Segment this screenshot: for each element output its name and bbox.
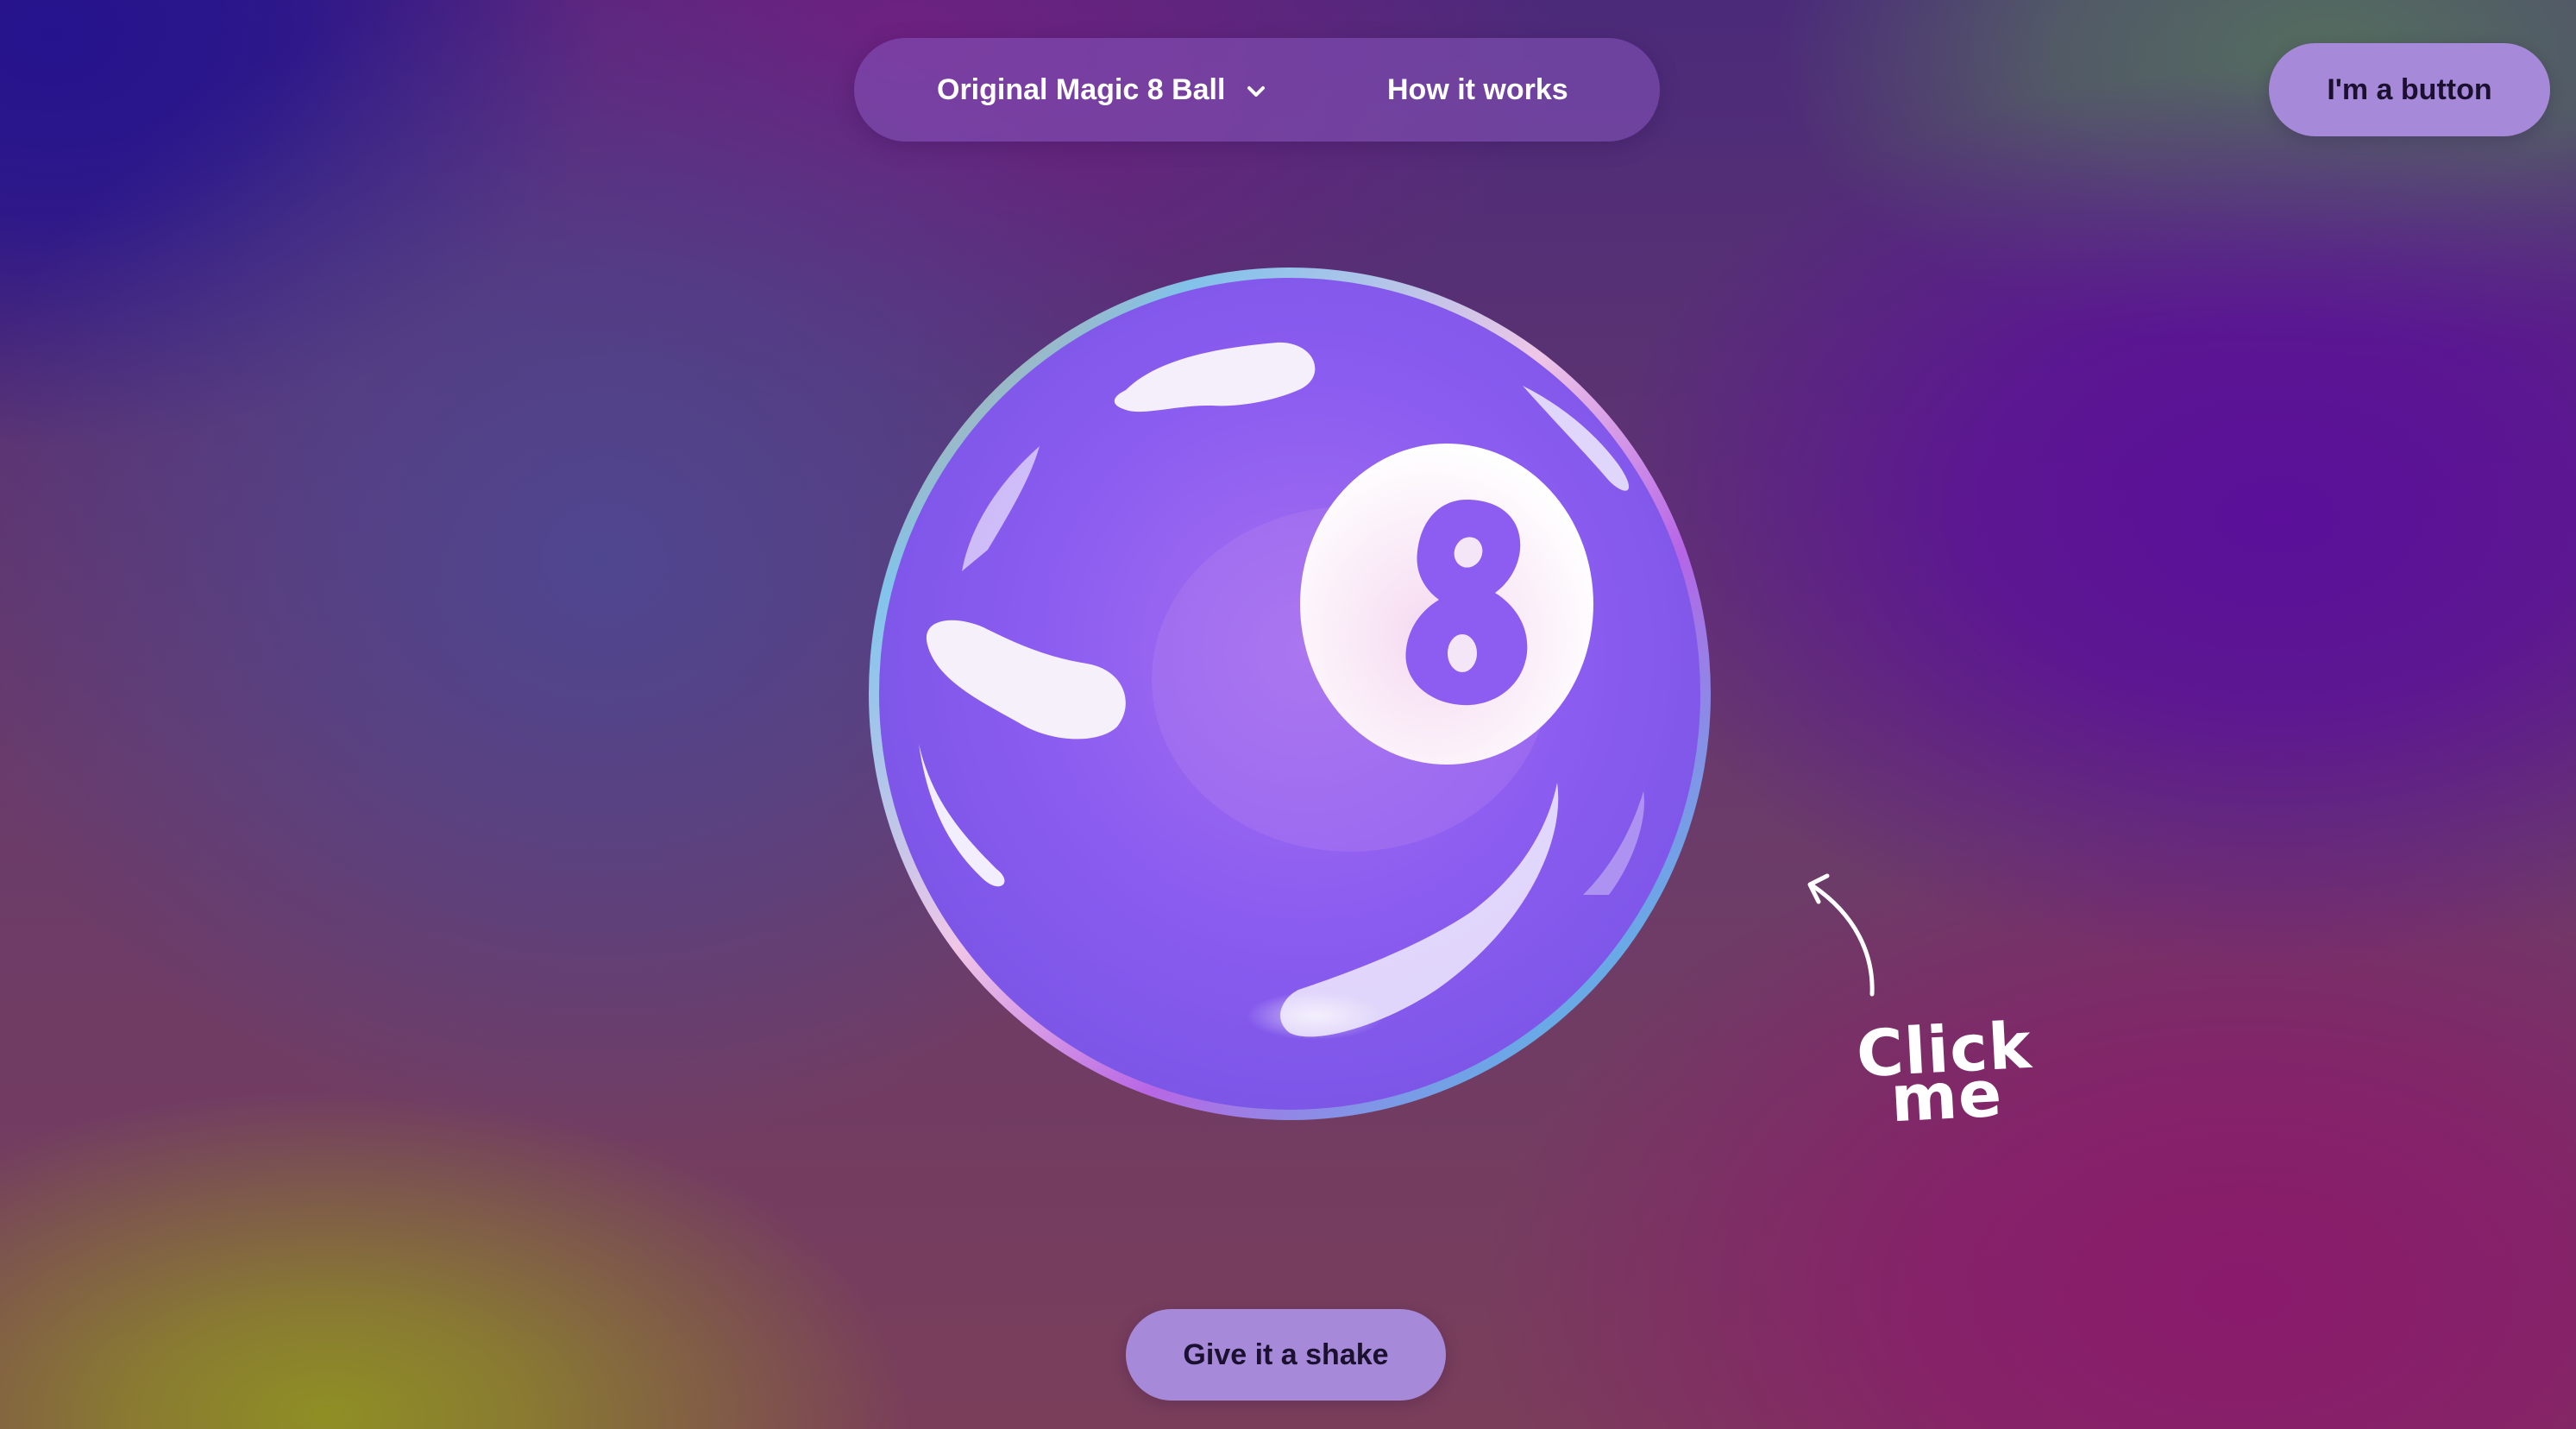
how-it-works-label: How it works — [1387, 72, 1568, 106]
version-dropdown-label: Original Magic 8 Ball — [937, 72, 1226, 106]
top-nav: Original Magic 8 Ball How it works — [854, 38, 1660, 142]
give-it-a-shake-label: Give it a shake — [1183, 1338, 1389, 1371]
magic-8-ball[interactable] — [867, 265, 1712, 1124]
im-a-button-label: I'm a button — [2327, 72, 2492, 106]
give-it-a-shake-button[interactable]: Give it a shake — [1126, 1309, 1446, 1401]
click-me-label: Click me — [1839, 1009, 2051, 1137]
im-a-button[interactable]: I'm a button — [2269, 43, 2550, 136]
version-dropdown[interactable]: Original Magic 8 Ball — [937, 38, 1268, 142]
click-me-annotation: Click me — [1760, 859, 2045, 1152]
how-it-works-link[interactable]: How it works — [1387, 38, 1568, 142]
chevron-down-icon — [1244, 78, 1268, 102]
